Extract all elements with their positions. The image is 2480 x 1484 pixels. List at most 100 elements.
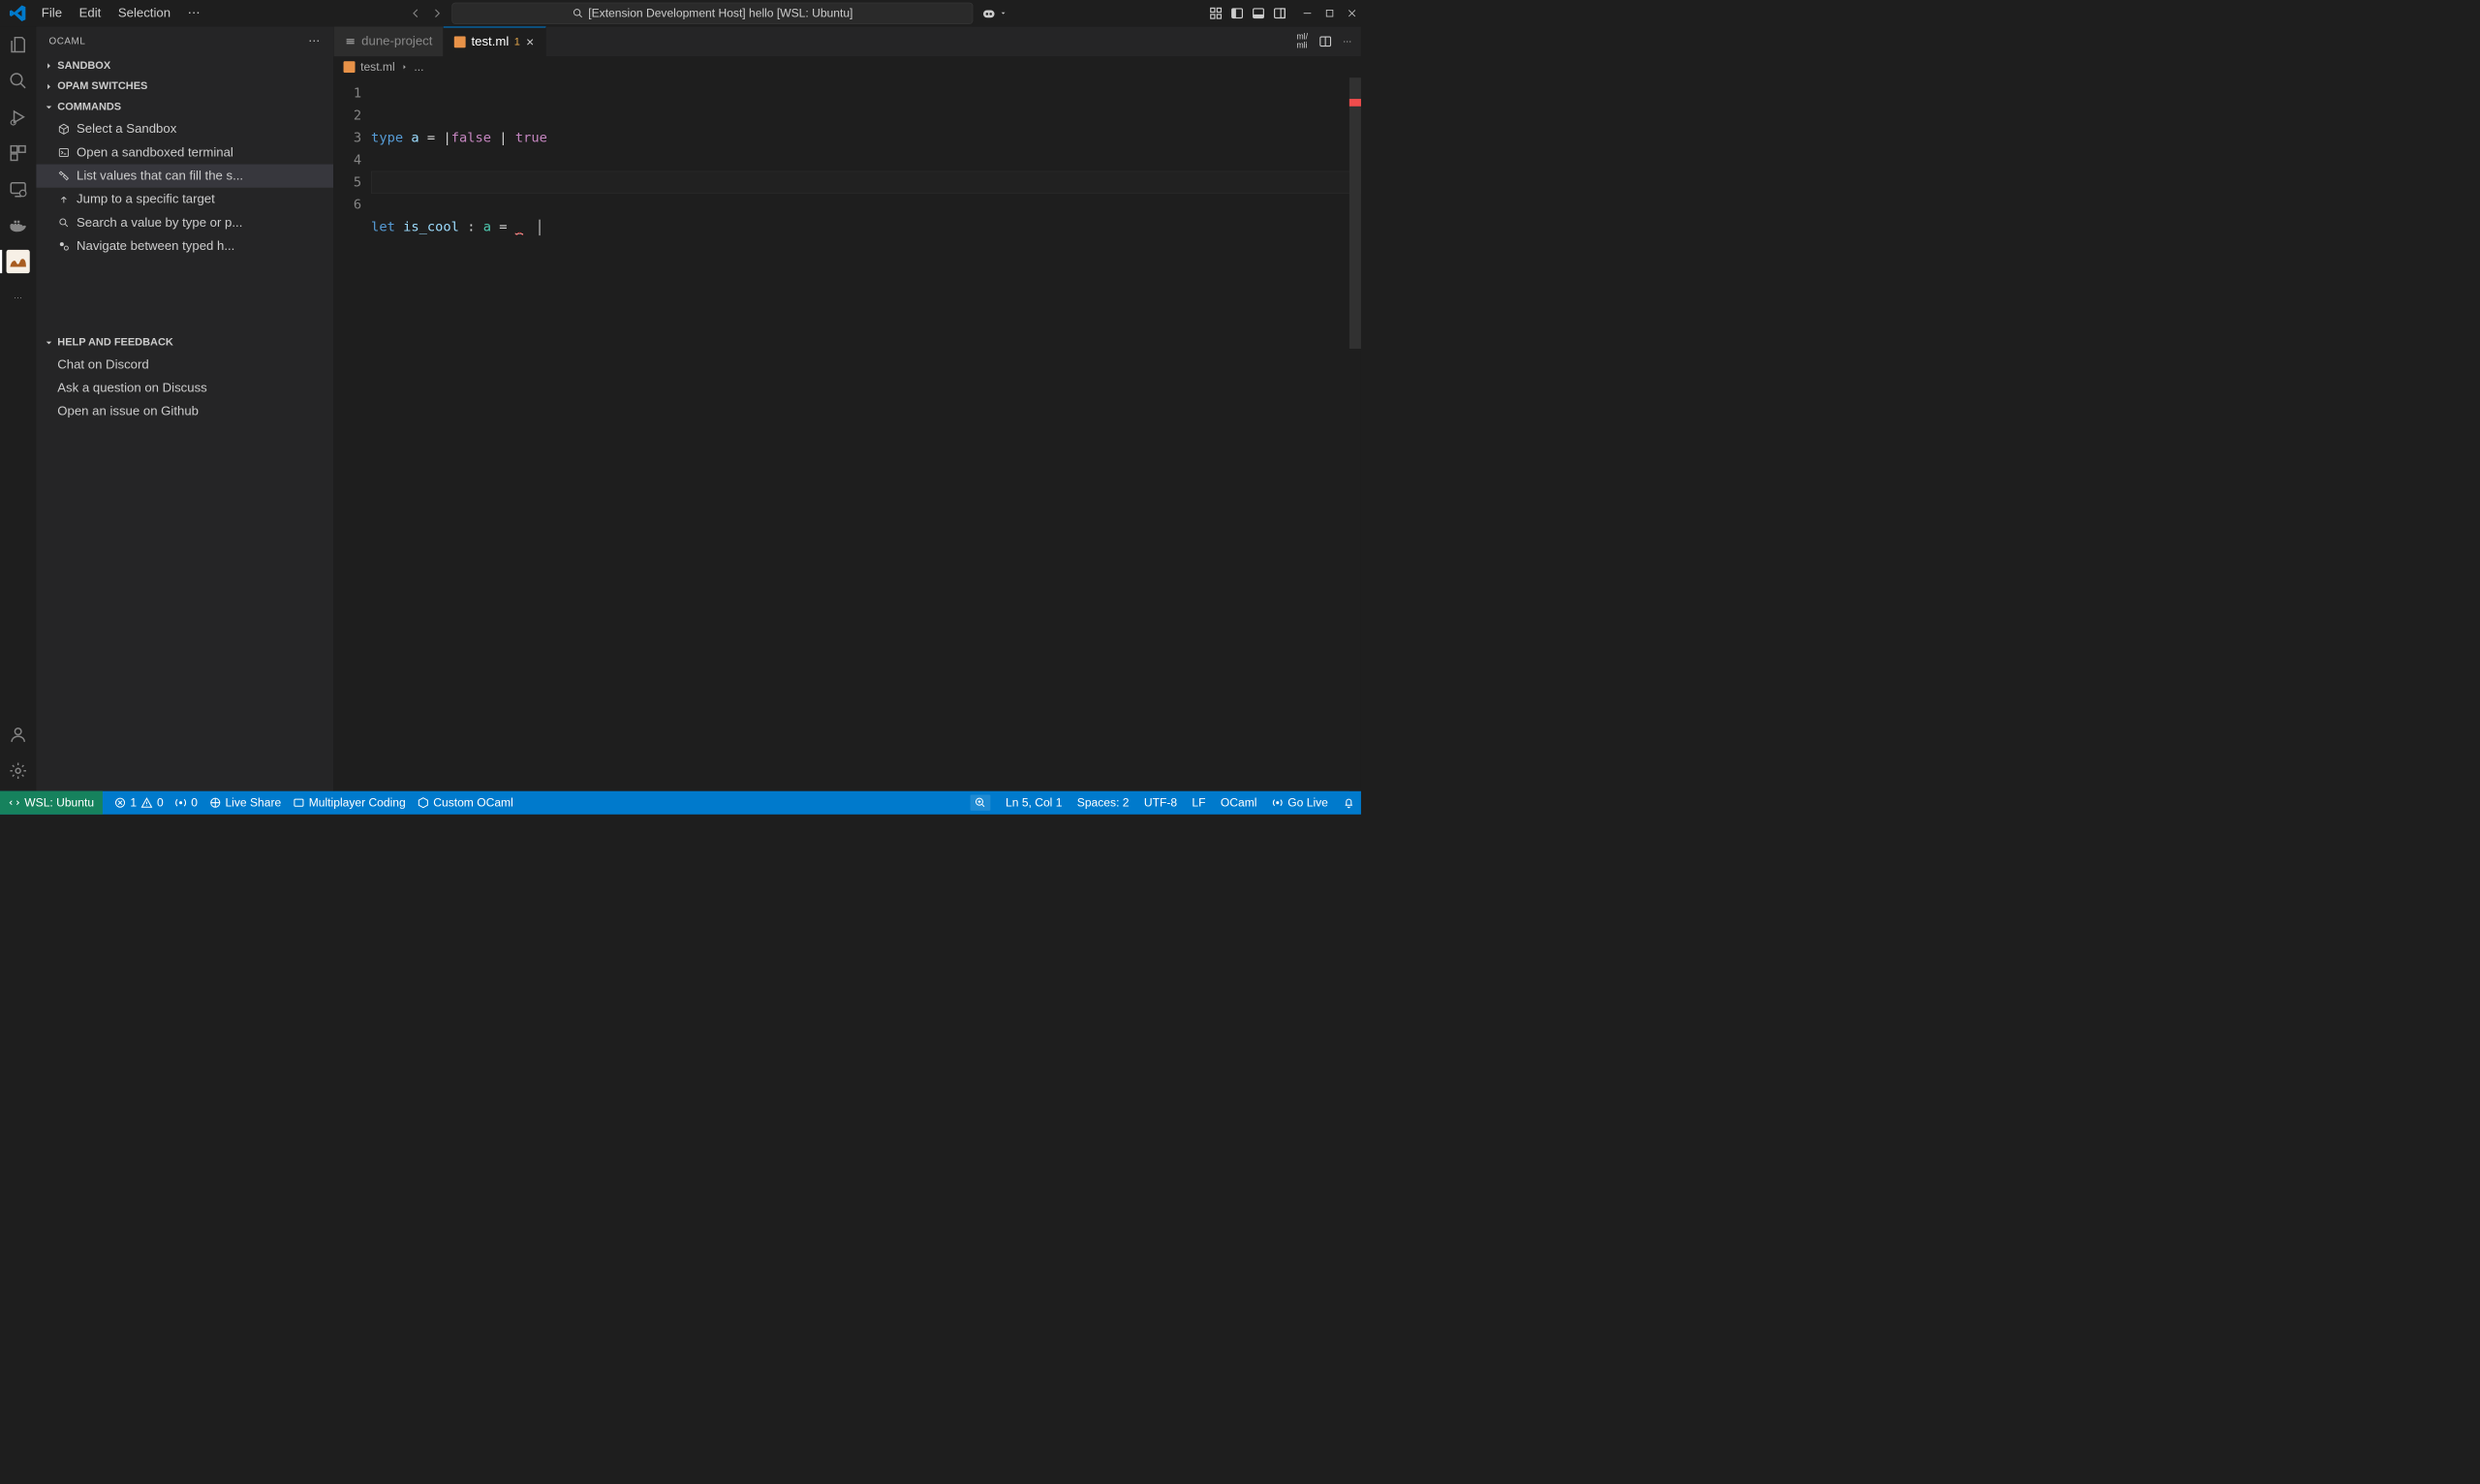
command-open-sandboxed-terminal[interactable]: Open a sandboxed terminal [36, 140, 333, 164]
editor-more-icon[interactable]: ⋯ [1343, 36, 1351, 46]
multiplayer-icon [293, 797, 304, 809]
search-icon [57, 216, 70, 229]
zoom-icon [975, 797, 986, 809]
bell-icon [1343, 797, 1354, 809]
ocaml-file-icon [344, 61, 356, 73]
editor-tab-row: dune-project test.ml 1 ml/mli ⋯ [334, 26, 1361, 56]
section-opam-switches[interactable]: OPAM SWITCHES [36, 76, 333, 96]
settings-gear-icon[interactable] [6, 759, 29, 783]
command-search-by-type[interactable]: Search a value by type or p... [36, 211, 333, 234]
status-live-share[interactable]: Live Share [209, 796, 281, 810]
status-remote-wsl[interactable]: WSL: Ubuntu [0, 791, 103, 815]
section-help-feedback[interactable]: HELP AND FEEDBACK [36, 332, 333, 353]
nav-back-icon[interactable] [410, 7, 422, 19]
switch-ml-mli-icon[interactable]: ml/mli [1296, 33, 1308, 50]
statusbar: WSL: Ubuntu 1 0 0 Live Share Multiplayer… [0, 791, 1361, 815]
status-zoom[interactable] [971, 794, 991, 810]
tab-dune-project[interactable]: dune-project [334, 26, 444, 56]
toggle-sidebar-icon[interactable] [1230, 6, 1244, 19]
status-cursor-position[interactable]: Ln 5, Col 1 [1006, 796, 1062, 810]
nav-arrows [410, 7, 444, 19]
search-box-label: [Extension Development Host] hello [WSL:… [588, 6, 852, 19]
status-problems[interactable]: 1 0 [114, 796, 164, 810]
command-list-values-fill[interactable]: List values that can fill the s... [36, 165, 333, 188]
window-close-icon[interactable] [1348, 9, 1357, 18]
status-ports[interactable]: 0 [175, 796, 198, 810]
package-icon [418, 797, 429, 809]
section-commands[interactable]: COMMANDS [36, 97, 333, 117]
menu-file[interactable]: File [34, 2, 70, 23]
search-icon[interactable] [6, 69, 29, 92]
toggle-panel-icon[interactable] [1252, 6, 1265, 19]
code-content[interactable]: type a = |false | true let is_cool : a =… [371, 77, 1361, 790]
split-editor-icon[interactable] [1318, 35, 1332, 48]
ocaml-extension-icon[interactable] [6, 250, 29, 273]
radio-icon [175, 797, 187, 809]
menu-edit[interactable]: Edit [72, 2, 108, 23]
status-eol[interactable]: LF [1192, 796, 1205, 810]
tools-icon [57, 170, 70, 182]
terminal-icon [57, 146, 70, 159]
nav-forward-icon[interactable] [431, 7, 444, 19]
titlebar: File Edit Selection ⋯ [Extension Develop… [0, 0, 1361, 26]
menu-more-icon[interactable]: ⋯ [180, 2, 208, 24]
window-minimize-icon[interactable] [1303, 9, 1313, 18]
package-icon [57, 123, 70, 136]
explorer-icon[interactable] [6, 33, 29, 56]
extensions-icon[interactable] [6, 141, 29, 165]
command-navigate-typed-holes[interactable]: Navigate between typed h... [36, 234, 333, 258]
help-open-issue-github[interactable]: Open an issue on Github [36, 400, 333, 423]
tab-problem-count: 1 [514, 36, 520, 48]
status-language-mode[interactable]: OCaml [1221, 796, 1257, 810]
command-jump-to-target[interactable]: Jump to a specific target [36, 188, 333, 211]
chevron-down-icon [44, 102, 54, 112]
current-line-highlight [371, 171, 1361, 194]
broadcast-icon [1272, 797, 1284, 809]
overview-ruler[interactable] [1349, 77, 1361, 790]
accounts-icon[interactable] [6, 723, 29, 746]
more-views-icon[interactable]: ⋯ [6, 286, 29, 309]
window-maximize-icon[interactable] [1325, 9, 1335, 18]
error-marker[interactable] [1349, 99, 1361, 107]
remote-explorer-icon[interactable] [6, 177, 29, 201]
chevron-right-icon [400, 63, 409, 72]
status-multiplayer-coding[interactable]: Multiplayer Coding [293, 796, 405, 810]
status-notifications-icon[interactable] [1343, 797, 1354, 809]
docker-icon[interactable] [6, 214, 29, 237]
code-editor[interactable]: 1 2 3 4 5 6 type a = |false | true let i… [334, 77, 1361, 790]
status-custom-ocaml[interactable]: Custom OCaml [418, 796, 513, 810]
status-go-live[interactable]: Go Live [1272, 796, 1328, 810]
navigate-icon [57, 240, 70, 253]
remote-icon [9, 797, 20, 809]
sidebar-more-icon[interactable]: ⋯ [308, 34, 321, 47]
tab-close-icon[interactable] [525, 37, 535, 46]
sidebar-title: OCAML [48, 35, 85, 46]
breadcrumb-rest: ... [414, 60, 423, 74]
command-center-search[interactable]: [Extension Development Host] hello [WSL:… [452, 2, 974, 23]
run-debug-icon[interactable] [6, 106, 29, 129]
live-share-icon [209, 797, 221, 809]
chevron-right-icon [44, 81, 54, 92]
search-icon [573, 8, 583, 18]
section-sandbox[interactable]: SANDBOX [36, 55, 333, 76]
command-select-sandbox[interactable]: Select a Sandbox [36, 117, 333, 140]
copilot-icon[interactable] [981, 6, 1007, 20]
breadcrumb[interactable]: test.ml ... [334, 56, 1361, 77]
warning-icon [140, 797, 152, 809]
layout-customize-icon[interactable] [1209, 6, 1223, 19]
chevron-down-icon [44, 337, 54, 348]
ocaml-file-icon [454, 36, 466, 47]
breadcrumb-file: test.ml [360, 60, 395, 74]
menu-selection[interactable]: Selection [110, 2, 178, 23]
status-encoding[interactable]: UTF-8 [1144, 796, 1177, 810]
tab-test-ml[interactable]: test.ml 1 [444, 26, 546, 56]
toggle-secondary-sidebar-icon[interactable] [1273, 6, 1286, 19]
chevron-right-icon [44, 60, 54, 71]
scrollbar-thumb[interactable] [1349, 77, 1361, 349]
status-indentation[interactable]: Spaces: 2 [1077, 796, 1130, 810]
error-icon [114, 797, 126, 809]
editor-area: dune-project test.ml 1 ml/mli ⋯ test.ml … [334, 26, 1361, 790]
help-chat-discord[interactable]: Chat on Discord [36, 353, 333, 376]
help-ask-discuss[interactable]: Ask a question on Discuss [36, 377, 333, 400]
activity-bar: ⋯ [0, 26, 36, 790]
